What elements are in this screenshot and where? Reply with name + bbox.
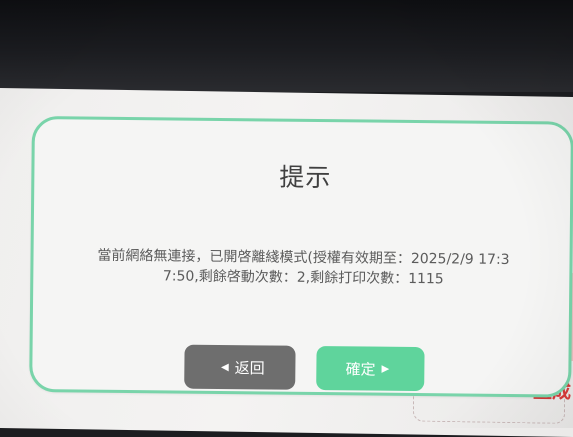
back-button[interactable]: ◀ 返回 xyxy=(184,344,296,390)
back-button-label: 返回 xyxy=(234,358,265,377)
confirm-button[interactable]: 確定 ▶ xyxy=(316,345,425,392)
triangle-right-icon: ▶ xyxy=(381,363,390,375)
offline-notice-dialog: 提示 當前網絡無連接，已開啓離綫模式(授權有效期至：2025/2/9 17:37… xyxy=(29,116,573,398)
confirm-button-label: 確定 xyxy=(345,359,376,379)
device-bezel xyxy=(0,0,573,92)
dialog-message: 當前網絡無連接，已開啓離綫模式(授權有效期至：2025/2/9 17:37:50… xyxy=(97,247,510,288)
dialog-title: 提示 xyxy=(279,162,332,193)
triangle-left-icon: ◀ xyxy=(220,361,229,373)
